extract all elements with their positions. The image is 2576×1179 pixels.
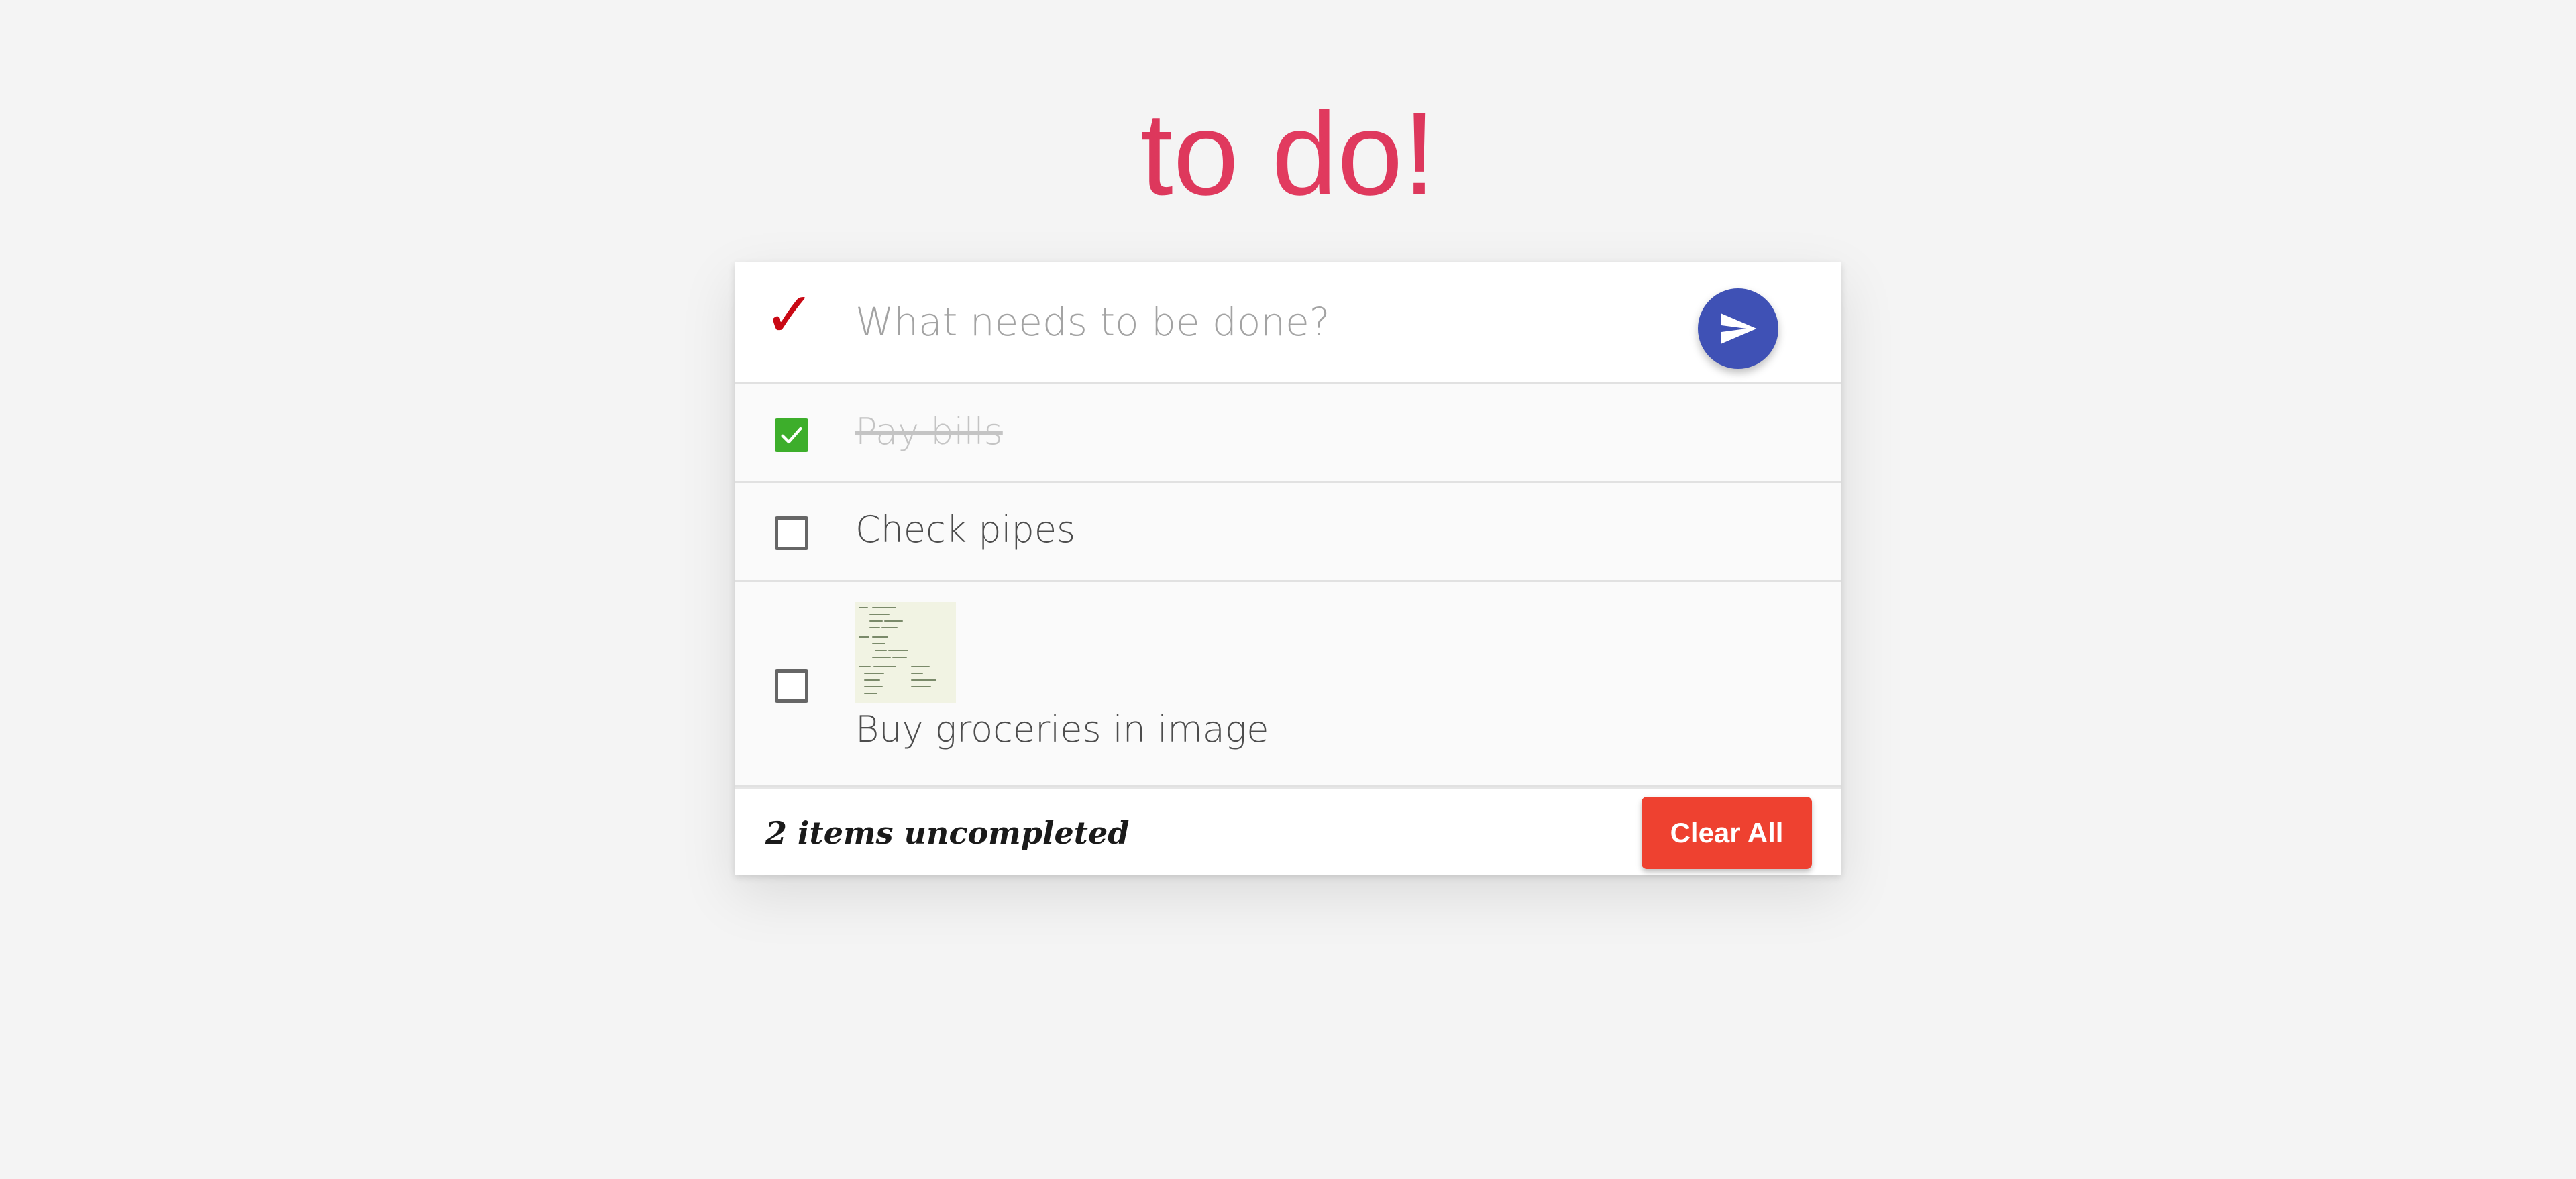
todo-item: Check pipes [735,483,1841,582]
grocery-list-sketch [859,607,936,694]
todo-label: Check pipes [855,508,1076,551]
new-todo-row: ✓ [735,262,1841,384]
checkmark-icon[interactable]: ✓ [763,282,816,349]
todo-item: Pay bills [735,384,1841,483]
todo-label: Pay bills [855,410,1003,453]
check-icon [781,427,802,444]
grocery-list-thumbnail [855,602,956,703]
new-todo-input[interactable] [855,288,1714,355]
send-icon [1721,313,1757,344]
todo-checkbox-checked[interactable] [775,418,808,452]
app-title: to do! [0,87,2576,221]
todo-item: Buy groceries in image [735,582,1841,787]
todo-footer: 2 items uncompleted Clear All [735,787,1841,875]
todo-card: ✓ Pay bills Check pipes [735,262,1841,875]
clear-all-button[interactable]: Clear All [1642,797,1812,869]
items-uncompleted-count: 2 items uncompleted [765,815,1130,851]
todo-label: Buy groceries in image [855,708,1269,750]
send-button[interactable] [1698,288,1778,369]
todo-checkbox[interactable] [775,669,808,703]
todo-checkbox[interactable] [775,516,808,550]
